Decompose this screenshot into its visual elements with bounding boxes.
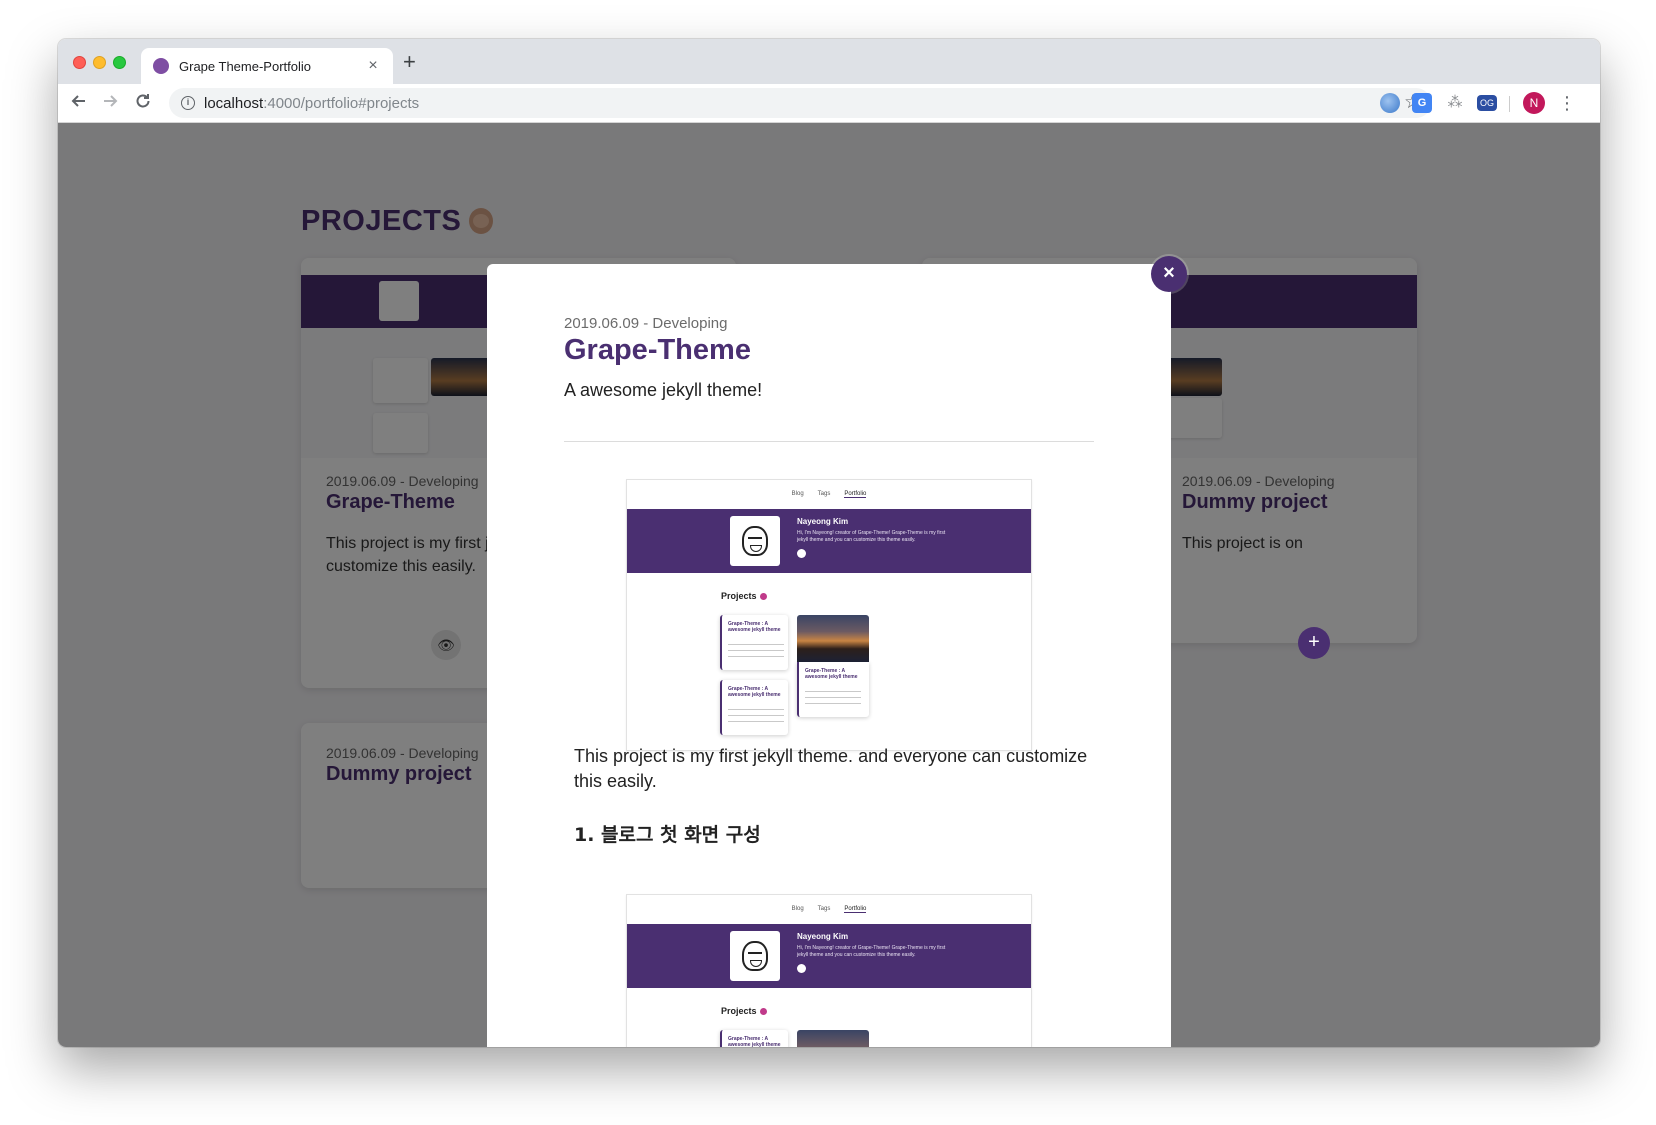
theme-screenshot: Blog Tags Portfolio Nayeong Kim Hi, I'm … [626, 479, 1032, 751]
screenshot-photo [797, 615, 869, 662]
modal-close-button[interactable]: × [1151, 256, 1187, 292]
url-path: :4000/portfolio#projects [263, 94, 420, 112]
plus-icon[interactable]: + [1298, 627, 1330, 659]
forward-icon[interactable] [99, 92, 121, 114]
translate-extension-icon[interactable]: G [1412, 93, 1432, 113]
screenshot-nav-portfolio: Portfolio [844, 490, 867, 498]
profile-avatar[interactable]: N [1523, 92, 1545, 114]
address-bar[interactable]: i localhost:4000/portfolio#projects ☆ [169, 88, 1431, 118]
back-icon[interactable] [68, 92, 90, 114]
reload-icon[interactable] [132, 92, 154, 114]
sitemap-extension-icon[interactable]: ⁂ [1445, 93, 1465, 113]
modal-section-heading: 1. 블로그 첫 화면 구성 [574, 824, 761, 846]
cartoon-face-icon [730, 931, 780, 981]
screenshot-hero: Nayeong Kim Hi, I'm Nayeong! creator of … [627, 924, 1031, 988]
browser-toolbar: i localhost:4000/portfolio#projects ☆ G … [58, 84, 1600, 123]
browser-tab[interactable]: Grape Theme-Portfolio × [141, 48, 393, 84]
modal-date: 2019.06.09 - Developing [564, 315, 728, 332]
screenshot-nav-blog: Blog [791, 491, 804, 497]
minimize-window-button[interactable] [93, 56, 106, 69]
project-modal: 2019.06.09 - Developing Grape-Theme A aw… [487, 264, 1171, 1047]
browser-window: Grape Theme-Portfolio × + i localhost:40… [58, 39, 1600, 1047]
screenshot-project-card: Grape-Theme : A awesome jekyll theme [720, 1030, 788, 1047]
modal-body-text: This project is my first jekyll theme. a… [574, 746, 1088, 791]
modal-subtitle: A awesome jekyll theme! [564, 380, 763, 400]
new-tab-button[interactable]: + [403, 51, 416, 73]
page-viewport: PROJECTS 2019.06.09 - Developing Grape-T… [58, 123, 1600, 1047]
maximize-window-button[interactable] [113, 56, 126, 69]
close-window-button[interactable] [73, 56, 86, 69]
screenshot-hero: Nayeong Kim Hi, I'm Nayeong! creator of … [627, 509, 1031, 573]
url-host: localhost [204, 94, 264, 112]
og-extension-icon[interactable]: OG [1477, 95, 1497, 111]
screenshot-projects-label: Projects [721, 591, 767, 601]
tab-close-icon[interactable]: × [365, 58, 381, 74]
screenshot-project-card: Grape-Theme : A awesome jekyll theme [720, 680, 788, 735]
screenshot-photo [797, 1030, 869, 1047]
favicon-icon [153, 58, 169, 74]
screenshot-nav: Blog Tags Portfolio [627, 895, 1031, 923]
tab-strip: Grape Theme-Portfolio × + [58, 39, 1600, 84]
theme-screenshot: Blog Tags Portfolio Nayeong Kim Hi, I'm … [626, 894, 1032, 1047]
menu-icon[interactable]: ⋮ [1558, 92, 1576, 114]
toolbar-divider [1509, 96, 1510, 112]
modal-title: Grape-Theme [564, 334, 751, 366]
screenshot-nav-portfolio: Portfolio [844, 905, 867, 913]
screenshot-projects-label: Projects [721, 1006, 767, 1016]
tab-title: Grape Theme-Portfolio [179, 58, 311, 74]
screenshot-bio: Hi, I'm Nayeong! creator of Grape-Theme!… [797, 530, 946, 543]
screenshot-name: Nayeong Kim [797, 932, 849, 941]
screenshot-bio: Hi, I'm Nayeong! creator of Grape-Theme!… [797, 945, 946, 958]
screenshot-name: Nayeong Kim [797, 517, 849, 526]
github-icon [797, 549, 806, 558]
info-icon[interactable]: i [181, 96, 195, 110]
screenshot-project-card: Grape-Theme : A awesome jekyll theme [797, 662, 869, 717]
screenshot-project-card: Grape-Theme : A awesome jekyll theme [720, 615, 788, 670]
screenshot-nav-tags: Tags [817, 491, 831, 497]
modal-divider [564, 441, 1094, 442]
screenshot-nav-blog: Blog [791, 906, 804, 912]
extension-globe-icon[interactable] [1380, 93, 1400, 113]
github-icon [797, 964, 806, 973]
cartoon-face-icon [730, 516, 780, 566]
screenshot-nav: Blog Tags Portfolio [627, 480, 1031, 508]
screenshot-nav-tags: Tags [817, 906, 831, 912]
